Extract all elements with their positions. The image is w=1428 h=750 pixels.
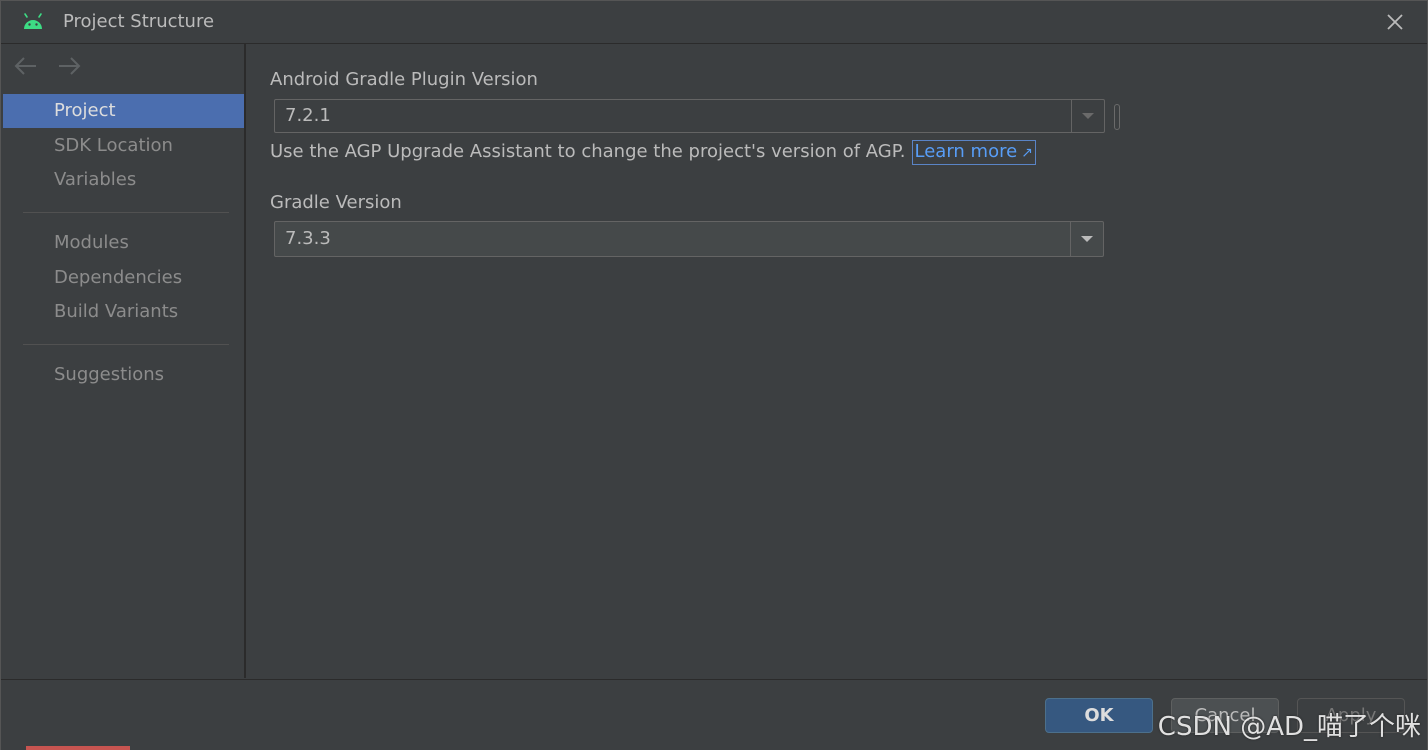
agp-version-label: Android Gradle Plugin Version bbox=[270, 69, 538, 90]
learn-more-link[interactable]: Learn more ↗ bbox=[911, 140, 1036, 165]
forward-arrow-icon[interactable] bbox=[56, 54, 82, 78]
main-panel: Android Gradle Plugin Version 7.2.1 Use … bbox=[246, 44, 1427, 678]
agp-version-value: 7.2.1 bbox=[285, 105, 331, 126]
project-structure-dialog: Project Structure Project SDK Location V… bbox=[0, 0, 1428, 750]
sidebar-item-build-variants[interactable]: Build Variants bbox=[3, 295, 244, 329]
sidebar-item-modules[interactable]: Modules bbox=[3, 226, 244, 260]
watermark: CSDN @AD_喵了个咪 bbox=[1157, 712, 1421, 742]
nav-arrows bbox=[13, 54, 94, 78]
sidebar-item-sdk-location[interactable]: SDK Location bbox=[3, 129, 244, 163]
gradle-version-combo[interactable]: 7.3.3 bbox=[274, 221, 1104, 257]
chevron-down-icon bbox=[1082, 113, 1094, 119]
close-icon[interactable] bbox=[1383, 10, 1407, 34]
agp-dropdown-button[interactable] bbox=[1071, 100, 1104, 132]
android-icon bbox=[24, 13, 42, 29]
external-link-icon: ↗ bbox=[1021, 145, 1033, 161]
window-title: Project Structure bbox=[63, 11, 215, 32]
sidebar-item-dependencies[interactable]: Dependencies bbox=[3, 261, 244, 295]
sidebar-divider bbox=[23, 212, 229, 213]
sidebar: Project SDK Location Variables Modules D… bbox=[1, 44, 246, 678]
gradle-version-label: Gradle Version bbox=[270, 192, 402, 213]
learn-more-label: Learn more bbox=[914, 141, 1018, 162]
taskbar-strip bbox=[26, 746, 130, 750]
title-bar: Project Structure bbox=[1, 1, 1427, 44]
agp-hint-text: Use the AGP Upgrade Assistant to change … bbox=[270, 141, 906, 162]
gradle-version-value: 7.3.3 bbox=[285, 228, 331, 249]
back-arrow-icon[interactable] bbox=[13, 54, 39, 78]
agp-side-indicator bbox=[1114, 104, 1120, 130]
chevron-down-icon bbox=[1081, 236, 1093, 242]
sidebar-item-suggestions[interactable]: Suggestions bbox=[3, 358, 244, 392]
sidebar-item-variables[interactable]: Variables bbox=[3, 163, 244, 197]
agp-hint: Use the AGP Upgrade Assistant to change … bbox=[270, 140, 1036, 165]
gradle-dropdown-button[interactable] bbox=[1070, 222, 1103, 256]
agp-version-combo[interactable]: 7.2.1 bbox=[274, 99, 1105, 133]
sidebar-item-project[interactable]: Project bbox=[3, 94, 244, 128]
ok-button[interactable]: OK bbox=[1045, 698, 1153, 733]
sidebar-divider bbox=[23, 344, 229, 345]
